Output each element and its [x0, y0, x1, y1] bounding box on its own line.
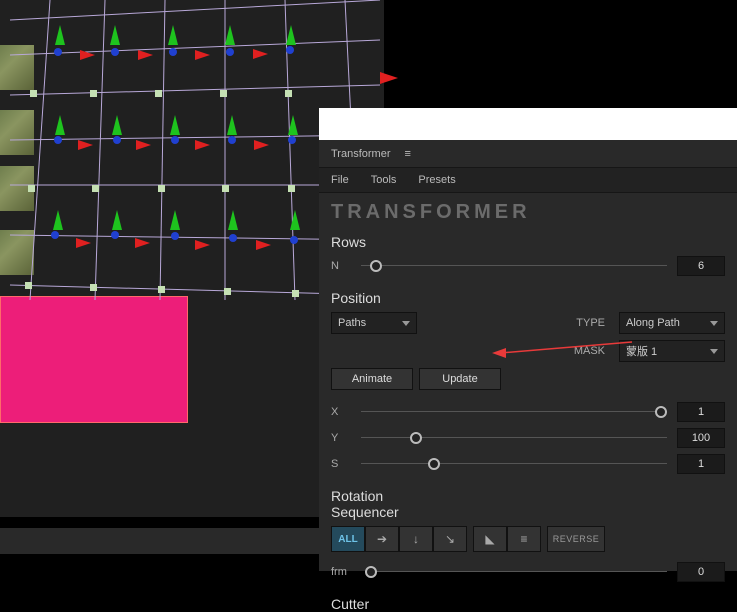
mask-dropdown[interactable]: 蒙版 1 — [619, 340, 725, 362]
cutter-heading: Cutter — [331, 596, 725, 612]
logo-text: TRANSFORMER — [331, 201, 531, 223]
chevron-down-icon — [710, 349, 718, 354]
white-strip — [319, 108, 737, 140]
menu-file[interactable]: File — [331, 174, 349, 186]
rows-heading: Rows — [331, 234, 725, 250]
mask-value: 蒙版 1 — [626, 343, 657, 359]
section-rotation: Rotation Sequencer ALL ➔ ↓ ↘ ◣ ≡ REVERSE… — [319, 480, 737, 582]
arrow-right-icon: ➔ — [377, 532, 387, 546]
s-value[interactable]: 1 — [677, 454, 725, 474]
sequencer-heading: Sequencer — [331, 504, 725, 520]
dir-lines-button[interactable]: ≡ — [507, 526, 541, 552]
section-rows: Rows N 6 — [319, 226, 737, 276]
arrow-diag-icon: ↘ — [445, 532, 455, 546]
update-button[interactable]: Update — [419, 368, 501, 390]
rotation-heading: Rotation — [331, 488, 725, 504]
dir-corner-button[interactable]: ◣ — [473, 526, 507, 552]
position-heading: Position — [331, 290, 725, 306]
section-position: Position Paths TYPE Along Path MASK 蒙版 1… — [319, 282, 737, 474]
chevron-down-icon — [710, 321, 718, 326]
section-cutter: Cutter — [319, 588, 737, 612]
animate-button[interactable]: Animate — [331, 368, 413, 390]
paths-dropdown[interactable]: Paths — [331, 312, 417, 334]
menu-presets[interactable]: Presets — [418, 174, 455, 186]
y-value[interactable]: 100 — [677, 428, 725, 448]
footage-thumbnail[interactable] — [0, 166, 34, 211]
panel-title: Transformer — [331, 148, 391, 160]
dir-all-button[interactable]: ALL — [331, 526, 365, 552]
x-label: X — [331, 406, 351, 418]
frm-slider[interactable] — [365, 565, 667, 579]
rows-n-slider[interactable] — [361, 259, 667, 273]
type-label: TYPE — [431, 317, 605, 329]
rows-n-value[interactable]: 6 — [677, 256, 725, 276]
footage-thumbnail[interactable] — [0, 110, 34, 155]
frm-label: frm — [331, 566, 355, 578]
direction-toolbar: ALL ➔ ↓ ↘ ◣ ≡ REVERSE — [331, 526, 725, 552]
arrow-down-icon: ↓ — [413, 532, 419, 546]
panel-menu-icon[interactable]: ≡ — [405, 148, 411, 160]
dir-down-button[interactable]: ↓ — [399, 526, 433, 552]
paths-label: Paths — [338, 317, 366, 329]
rows-n-label: N — [331, 260, 351, 272]
footage-thumbnail[interactable] — [0, 230, 34, 275]
chevron-down-icon — [402, 321, 410, 326]
x-value[interactable]: 1 — [677, 402, 725, 422]
x-slider[interactable] — [361, 405, 667, 419]
solid-layer-pink[interactable] — [0, 296, 188, 423]
lines-icon: ≡ — [520, 532, 527, 546]
y-label: Y — [331, 432, 351, 444]
mask-label: MASK — [417, 345, 605, 357]
y-slider[interactable] — [361, 431, 667, 445]
footage-thumbnail[interactable] — [0, 45, 34, 90]
menu-tools[interactable]: Tools — [371, 174, 397, 186]
s-slider[interactable] — [361, 457, 667, 471]
panel-menubar: File Tools Presets — [319, 168, 737, 193]
panel-header: Transformer ≡ — [319, 140, 737, 168]
frm-value[interactable]: 0 — [677, 562, 725, 582]
s-label: S — [331, 458, 351, 470]
corner-icon: ◣ — [485, 532, 494, 546]
reverse-button[interactable]: REVERSE — [547, 526, 605, 552]
transformer-panel: Transformer ≡ File Tools Presets TRANSFO… — [319, 140, 737, 571]
panel-logo: TRANSFORMER — [319, 193, 737, 226]
type-value: Along Path — [626, 317, 680, 329]
type-dropdown[interactable]: Along Path — [619, 312, 725, 334]
dir-diagonal-button[interactable]: ↘ — [433, 526, 467, 552]
dir-right-button[interactable]: ➔ — [365, 526, 399, 552]
